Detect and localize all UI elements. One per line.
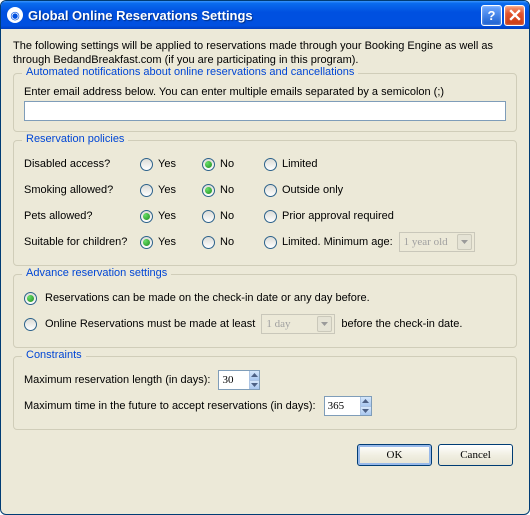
constraints-group-title: Constraints xyxy=(22,349,86,361)
pets-row: Pets allowed? Yes No Prior approval requ… xyxy=(24,203,506,229)
radio-icon xyxy=(202,236,215,249)
disabled-access-row: Disabled access? Yes No Limited xyxy=(24,151,506,177)
radio-icon xyxy=(202,210,215,223)
min-age-value: 1 year old xyxy=(404,236,454,248)
option-label: Reservations can be made on the check-in… xyxy=(45,292,370,304)
notifications-group: Automated notifications about online res… xyxy=(13,73,517,132)
radio-icon xyxy=(140,210,153,223)
radio-icon xyxy=(202,184,215,197)
radio-icon xyxy=(264,236,277,249)
advance-days-select: 1 day xyxy=(261,314,335,334)
option-label: Yes xyxy=(158,210,176,222)
option-label: No xyxy=(220,236,234,248)
min-age-select: 1 year old xyxy=(399,232,475,252)
children-label: Suitable for children? xyxy=(24,236,140,248)
smoking-label: Smoking allowed? xyxy=(24,184,140,196)
radio-icon xyxy=(140,184,153,197)
radio-icon xyxy=(202,158,215,171)
spin-down-icon[interactable] xyxy=(249,381,259,390)
option-label: Outside only xyxy=(282,184,343,196)
disabled-access-label: Disabled access? xyxy=(24,158,140,170)
radio-icon xyxy=(24,292,37,305)
smoking-outside-option[interactable]: Outside only xyxy=(264,184,343,197)
max-future-input[interactable] xyxy=(325,397,360,415)
radio-icon xyxy=(264,184,277,197)
email-instruction-label: Enter email address below. You can enter… xyxy=(24,86,506,98)
close-button[interactable] xyxy=(504,5,525,26)
client-area: The following settings will be applied t… xyxy=(1,29,529,478)
max-length-row: Maximum reservation length (in days): xyxy=(24,367,506,393)
option-label: Yes xyxy=(158,236,176,248)
spin-up-icon[interactable] xyxy=(249,371,259,381)
pets-yes-option[interactable]: Yes xyxy=(140,210,196,223)
option-label-pre: Online Reservations must be made at leas… xyxy=(45,318,255,330)
disabled-no-option[interactable]: No xyxy=(202,158,258,171)
intro-text: The following settings will be applied t… xyxy=(13,39,517,67)
smoking-yes-option[interactable]: Yes xyxy=(140,184,196,197)
ok-button[interactable]: OK xyxy=(357,444,432,466)
children-row: Suitable for children? Yes No Limited. M… xyxy=(24,229,506,255)
dialog-buttons: OK Cancel xyxy=(13,438,517,466)
radio-icon xyxy=(140,236,153,249)
spin-down-icon[interactable] xyxy=(360,407,371,416)
policies-group: Reservation policies Disabled access? Ye… xyxy=(13,140,517,266)
option-label: Limited xyxy=(282,158,317,170)
advance-group-title: Advance reservation settings xyxy=(22,267,171,279)
smoking-row: Smoking allowed? Yes No Outside only xyxy=(24,177,506,203)
policies-group-title: Reservation policies xyxy=(22,133,128,145)
max-length-label: Maximum reservation length (in days): xyxy=(24,374,210,386)
notifications-group-title: Automated notifications about online res… xyxy=(22,66,358,78)
spinner-buttons xyxy=(360,397,371,415)
advance-anyday-option[interactable]: Reservations can be made on the check-in… xyxy=(24,285,506,311)
max-future-label: Maximum time in the future to accept res… xyxy=(24,400,316,412)
option-label: Yes xyxy=(158,158,176,170)
children-yes-option[interactable]: Yes xyxy=(140,236,196,249)
app-icon: ◉ xyxy=(7,7,23,23)
advance-atleast-option[interactable]: Online Reservations must be made at leas… xyxy=(24,311,506,337)
option-label: Limited. Minimum age: xyxy=(282,236,393,248)
option-label: No xyxy=(220,210,234,222)
option-label: Prior approval required xyxy=(282,210,394,222)
option-label: No xyxy=(220,158,234,170)
window-title: Global Online Reservations Settings xyxy=(28,8,479,23)
radio-icon xyxy=(264,158,277,171)
children-limited-option[interactable]: Limited. Minimum age: xyxy=(264,236,393,249)
radio-icon xyxy=(24,318,37,331)
cancel-button[interactable]: Cancel xyxy=(438,444,513,466)
disabled-yes-option[interactable]: Yes xyxy=(140,158,196,171)
smoking-no-option[interactable]: No xyxy=(202,184,258,197)
advance-days-value: 1 day xyxy=(266,318,314,330)
chevron-down-icon xyxy=(317,316,332,332)
max-length-input[interactable] xyxy=(219,371,249,389)
disabled-limited-option[interactable]: Limited xyxy=(264,158,317,171)
max-length-spinner[interactable] xyxy=(218,370,260,390)
constraints-group: Constraints Maximum reservation length (… xyxy=(13,356,517,430)
help-button[interactable]: ? xyxy=(481,5,502,26)
option-label-post: before the check-in date. xyxy=(341,318,462,330)
pets-no-option[interactable]: No xyxy=(202,210,258,223)
radio-icon xyxy=(264,210,277,223)
pets-label: Pets allowed? xyxy=(24,210,140,222)
spinner-buttons xyxy=(249,371,259,389)
chevron-down-icon xyxy=(457,234,472,250)
max-future-row: Maximum time in the future to accept res… xyxy=(24,393,506,419)
spin-up-icon[interactable] xyxy=(360,397,371,407)
advance-group: Advance reservation settings Reservation… xyxy=(13,274,517,348)
max-future-spinner[interactable] xyxy=(324,396,372,416)
email-input[interactable] xyxy=(24,101,506,121)
title-bar: ◉ Global Online Reservations Settings ? xyxy=(1,1,529,29)
option-label: Yes xyxy=(158,184,176,196)
children-no-option[interactable]: No xyxy=(202,236,258,249)
option-label: No xyxy=(220,184,234,196)
dialog-window: ◉ Global Online Reservations Settings ? … xyxy=(0,0,530,515)
pets-prior-option[interactable]: Prior approval required xyxy=(264,210,394,223)
radio-icon xyxy=(140,158,153,171)
